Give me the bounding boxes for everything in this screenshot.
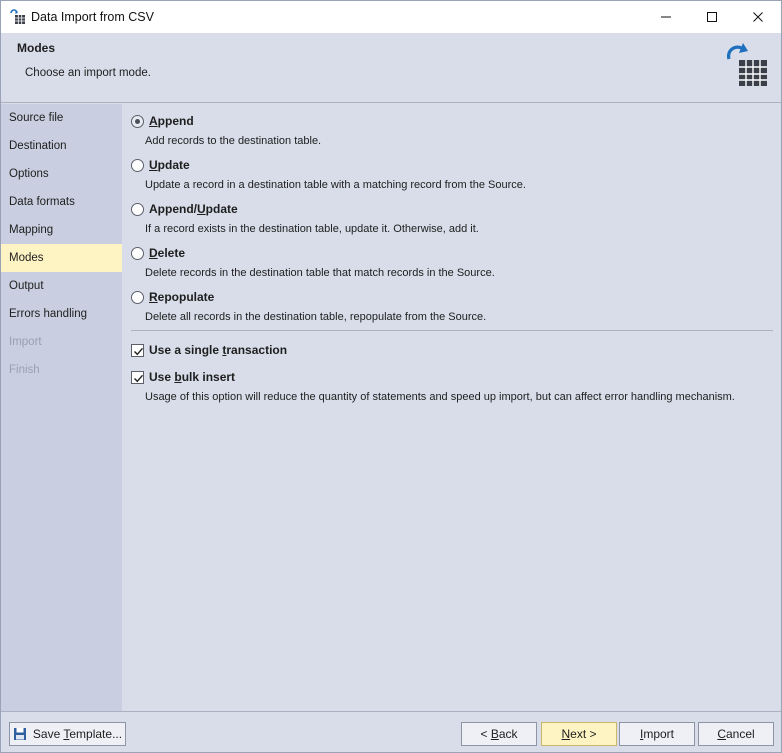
sidebar-item-import: Import [9,336,42,348]
mode-append-update-radio[interactable]: Append/Update [131,201,238,217]
save-disk-icon [13,727,27,741]
sidebar-item-destination[interactable]: Destination [1,132,122,160]
import-label: Import [639,727,675,741]
import-button[interactable]: Import [619,722,695,746]
mode-repopulate-radio[interactable]: Repopulate [131,289,214,305]
window-title: Data Import from CSV [31,10,154,24]
next-label: Next > [561,727,597,741]
title-bar[interactable]: Data Import from CSV [1,1,781,33]
next-button[interactable]: Next > [541,722,617,746]
csv-import-app-icon [10,9,26,25]
sidebar-item-source-file[interactable]: Source file [1,104,122,132]
bulk-insert-label: Use bulk insert [149,370,236,384]
minimize-icon [661,16,671,18]
back-button[interactable]: < Back [461,722,537,746]
wizard-steps-sidebar: Source file Destination Options Data for… [1,104,122,711]
checkbox-checked[interactable] [131,370,144,384]
checkbox-checked[interactable] [131,343,144,357]
sidebar-item-options[interactable]: Options [1,160,122,188]
close-button[interactable] [735,1,781,33]
radio-unselected[interactable] [131,158,144,172]
page-title: Modes [17,41,56,55]
cancel-button[interactable]: Cancel [698,722,774,746]
sidebar-item-modes[interactable]: Modes [1,244,122,272]
mode-append-update-description: If a record exists in the destination ta… [145,223,479,235]
wizard-header: Modes Choose an import mode. [1,33,781,103]
import-wizard-window: Data Import from CSV Modes Choose an imp… [0,0,782,753]
save-template-label: Save Template... [32,727,123,741]
mode-append-description: Add records to the destination table. [145,135,322,147]
mode-delete-radio[interactable]: Delete [131,245,185,261]
mode-update-description: Update a record in a destination table w… [145,179,526,191]
modes-panel: Append Add records to the destination ta… [122,104,781,711]
checkmark-icon [134,347,144,355]
sidebar-item-output[interactable]: Output [1,272,122,300]
radio-unselected[interactable] [131,246,144,260]
bulk-insert-checkbox[interactable]: Use bulk insert [131,369,235,385]
single-transaction-label: Use a single transaction [149,343,288,357]
minimize-button[interactable] [643,1,689,33]
close-icon [753,12,763,22]
save-template-button[interactable]: Save Template... [9,722,126,746]
sidebar-item-data-formats[interactable]: Data formats [1,188,122,216]
mode-delete-description: Delete records in the destination table … [145,267,495,279]
mode-repopulate-label: Repopulate [149,290,215,304]
mode-append-radio[interactable]: Append [131,113,194,129]
mode-delete-label: Delete [149,246,186,260]
options-divider [131,330,773,331]
mode-append-label: Append [149,114,194,128]
checkmark-icon [134,374,144,382]
mode-repopulate-description: Delete all records in the destination ta… [145,311,487,323]
mode-update-label: Update [149,158,190,172]
radio-unselected[interactable] [131,202,144,216]
sidebar-item-mapping[interactable]: Mapping [1,216,122,244]
page-subtitle: Choose an import mode. [25,67,151,79]
cancel-label: Cancel [717,727,755,741]
maximize-button[interactable] [689,1,735,33]
wizard-footer: Save Template... < Back Next > Import Ca… [1,711,781,752]
back-label: < Back [480,727,518,741]
radio-unselected[interactable] [131,290,144,304]
bulk-insert-description: Usage of this option will reduce the qua… [145,391,735,403]
single-transaction-checkbox[interactable]: Use a single transaction [131,342,287,358]
maximize-icon [707,12,717,22]
import-table-icon [723,43,769,87]
sidebar-item-finish: Finish [9,364,40,376]
sidebar-item-errors-handling[interactable]: Errors handling [1,300,122,328]
radio-selected[interactable] [131,114,144,128]
mode-update-radio[interactable]: Update [131,157,190,173]
mode-append-update-label: Append/Update [149,202,238,216]
